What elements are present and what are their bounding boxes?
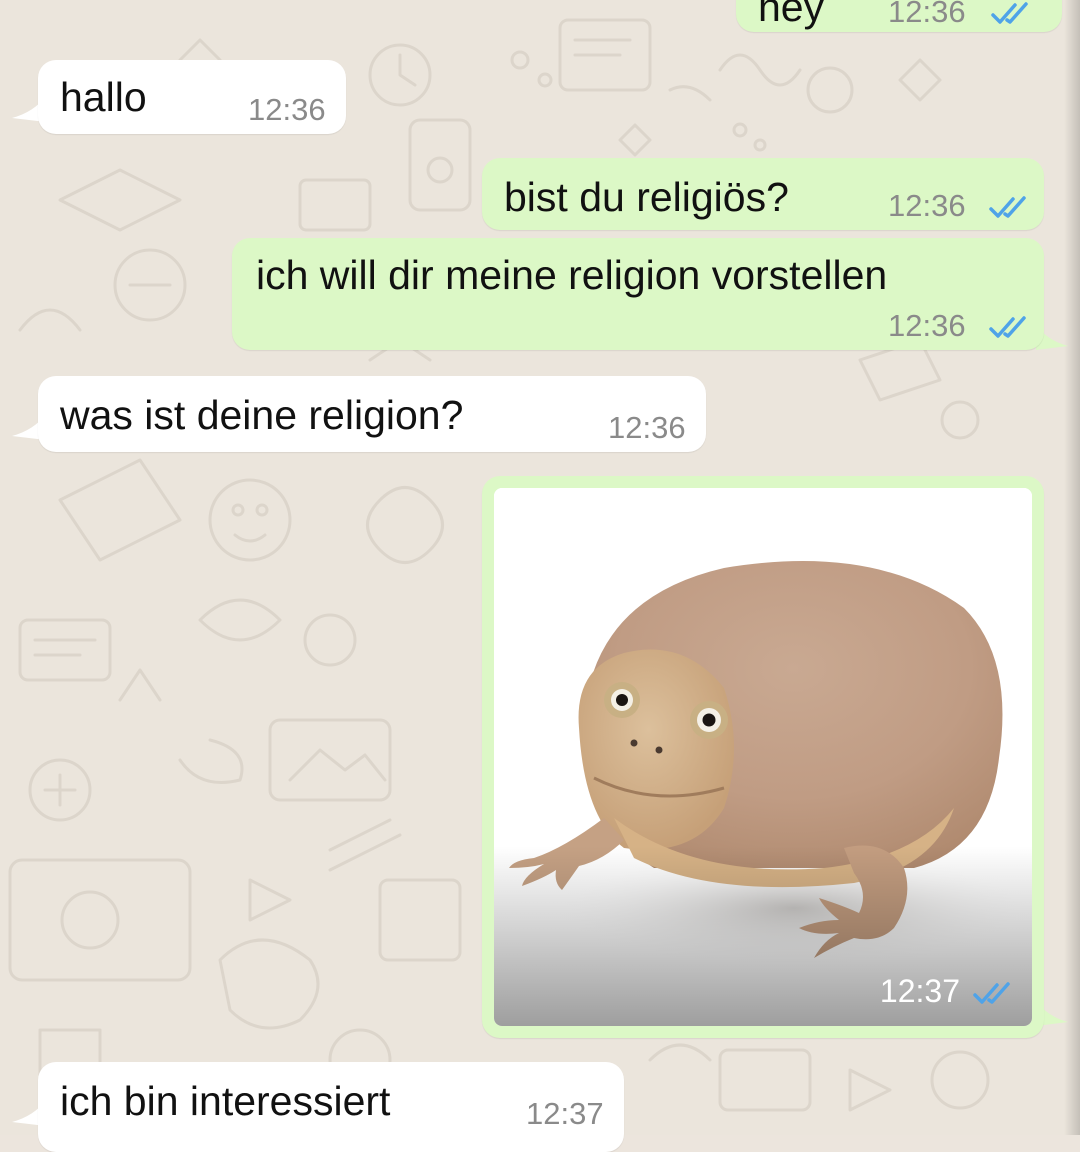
message-bubble-incoming[interactable]: hallo 12:36 xyxy=(38,60,346,134)
message-text: hallo xyxy=(60,74,147,120)
double-check-icon xyxy=(989,196,1026,218)
message-text: ich will dir meine religion vorstellen xyxy=(256,252,888,298)
message-text: ich bin interessiert xyxy=(60,1078,391,1124)
message-time: 12:37 xyxy=(526,1096,604,1131)
message-text: bist du religiös? xyxy=(504,174,789,220)
message-time: 12:36 xyxy=(888,188,966,223)
message-time: 12:36 xyxy=(888,0,966,29)
double-check-icon xyxy=(973,982,1010,1004)
double-check-icon xyxy=(991,2,1028,24)
message-time: 12:36 xyxy=(888,308,966,343)
message-bubble-incoming[interactable]: was ist deine religion? 12:36 xyxy=(38,376,706,452)
image-message[interactable]: 12:37 xyxy=(494,488,1032,1026)
message-time: 12:36 xyxy=(608,410,686,445)
message-time: 12:37 xyxy=(879,973,960,1009)
scroll-edge xyxy=(1064,0,1080,1135)
message-text: was ist deine religion? xyxy=(60,392,464,438)
message-bubble-outgoing[interactable]: hey 12:36 xyxy=(736,0,1062,32)
message-time: 12:36 xyxy=(248,92,326,127)
message-text: hey xyxy=(758,0,825,30)
message-bubble-outgoing[interactable]: bist du religiös? 12:36 xyxy=(482,158,1044,230)
double-check-icon xyxy=(989,316,1026,338)
message-bubble-outgoing[interactable]: ich will dir meine religion vorstellen 1… xyxy=(232,238,1044,350)
message-bubble-incoming[interactable]: ich bin interessiert 12:37 xyxy=(38,1062,624,1152)
